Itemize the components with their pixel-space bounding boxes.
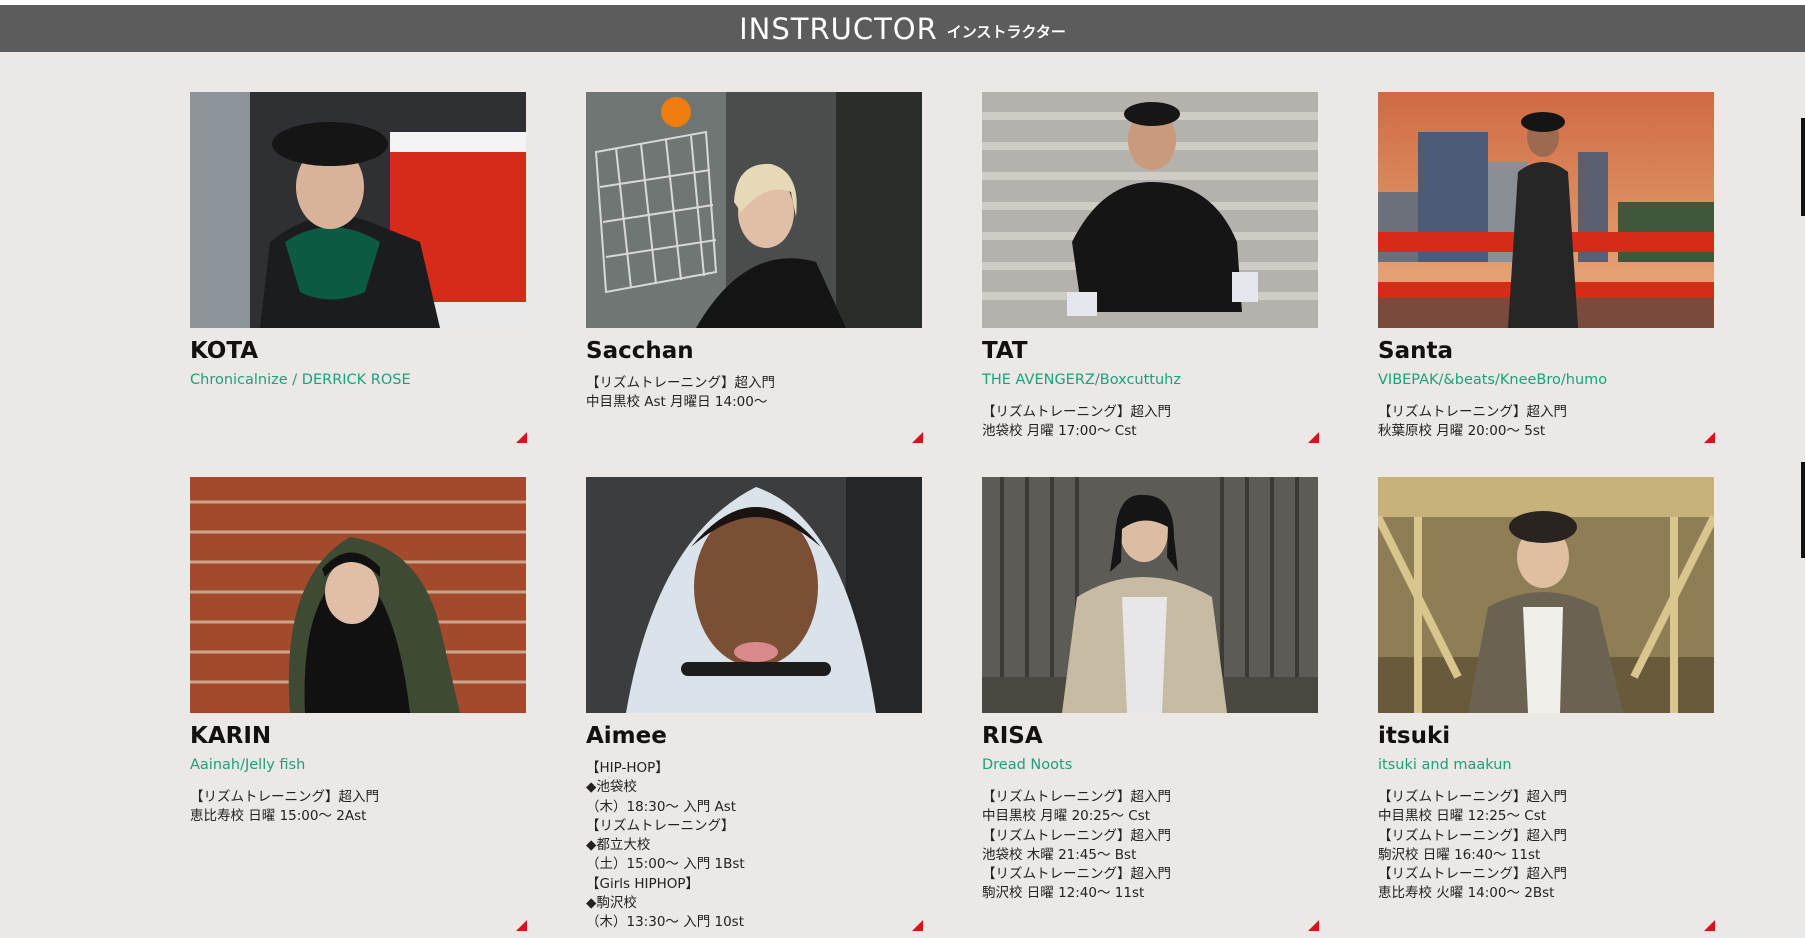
corner-arrow-icon[interactable] [1704, 432, 1715, 443]
instructor-photo[interactable] [1378, 92, 1714, 328]
instructor-photo[interactable] [586, 477, 922, 713]
schedule-line: 【リズムトレーニング】超入門 [982, 866, 1171, 883]
instructor-card-santa[interactable]: Santa VIBEPAK/&beats/KneeBro/humo 【リズムトレ… [1378, 92, 1715, 462]
schedule-line: 池袋校 月曜 17:00〜 Cst [982, 423, 1137, 440]
instructor-photo[interactable] [190, 92, 526, 328]
instructor-team: itsuki and maakun [1378, 757, 1512, 773]
schedule-line: 【リズムトレーニング】超入門 [982, 827, 1171, 844]
instructor-name[interactable]: KARIN [190, 723, 271, 749]
instructor-name[interactable]: Santa [1378, 338, 1453, 364]
schedule-line: 恵比寿校 火曜 14:00〜 2Bst [1378, 885, 1555, 902]
instructor-photo[interactable] [190, 477, 526, 713]
instructor-photo[interactable] [586, 92, 922, 328]
instructor-schedule: 【HIP-HOP】 ◆池袋校 （木）18:30〜 入門 Ast 【リズムトレーニ… [586, 759, 926, 933]
schedule-line: 中目黒校 日曜 12:25〜 Cst [1378, 808, 1547, 825]
instructor-name[interactable]: TAT [982, 338, 1028, 364]
corner-arrow-icon[interactable] [912, 920, 923, 931]
instructor-photo[interactable] [982, 477, 1318, 713]
schedule-line: 駒沢校 日曜 16:40〜 11st [1378, 846, 1541, 863]
schedule-line: 【リズムトレーニング】超入門 [1378, 827, 1567, 844]
instructor-team: Dread Noots [982, 757, 1073, 773]
corner-arrow-icon[interactable] [516, 920, 527, 931]
instructor-name[interactable]: KOTA [190, 338, 258, 364]
schedule-line: （土）15:00〜 入門 1Bst [586, 856, 745, 873]
schedule-line: 【リズムトレーニング】超入門 [1378, 866, 1567, 883]
schedule-line: （木）18:30〜 入門 Ast [586, 798, 737, 815]
schedule-line: ◆池袋校 [586, 779, 637, 796]
instructor-schedule: 【リズムトレーニング】超入門 池袋校 月曜 17:00〜 Cst [982, 403, 1322, 442]
schedule-line: 中目黒校 Ast 月曜日 14:00〜 [586, 394, 768, 411]
corner-arrow-icon[interactable] [912, 432, 923, 443]
instructor-card-karin[interactable]: KARIN Aainah/Jelly fish 【リズムトレーニング】超入門 恵… [190, 477, 527, 931]
instructor-name[interactable]: RISA [982, 723, 1043, 749]
schedule-line: 【リズムトレーニング】超入門 [982, 404, 1171, 420]
instructor-card-kota[interactable]: KOTA Chronicalnize / DERRICK ROSE [190, 92, 527, 462]
instructor-schedule: 【リズムトレーニング】超入門 中目黒校 月曜 20:25〜 Cst 【リズムトレ… [982, 788, 1322, 904]
instructor-card-tat[interactable]: TAT THE AVENGERZ/Boxcuttuhz 【リズムトレーニング】超… [982, 92, 1319, 462]
instructor-team: THE AVENGERZ/Boxcuttuhz [982, 372, 1181, 388]
schedule-line: 恵比寿校 日曜 15:00〜 2Ast [190, 808, 367, 825]
corner-arrow-icon[interactable] [1704, 920, 1715, 931]
instructor-card-sacchan[interactable]: Sacchan 【リズムトレーニング】超入門 中目黒校 Ast 月曜日 14:0… [586, 92, 923, 462]
schedule-line: 【リズムトレーニング】超入門 [586, 375, 775, 391]
instructor-card-risa[interactable]: RISA Dread Noots 【リズムトレーニング】超入門 中目黒校 月曜 … [982, 477, 1319, 931]
instructor-name[interactable]: Aimee [586, 723, 667, 749]
instructor-grid: KOTA Chronicalnize / DERRICK ROSE Saccha… [0, 0, 1805, 938]
schedule-line: 【リズムトレーニング】超入門 [1378, 789, 1567, 805]
instructor-schedule: 【リズムトレーニング】超入門 恵比寿校 日曜 15:00〜 2Ast [190, 788, 530, 827]
schedule-line: 【リズムトレーニング】超入門 [190, 789, 379, 805]
instructor-name[interactable]: Sacchan [586, 338, 694, 364]
schedule-line: ◆都立大校 [586, 837, 651, 854]
schedule-line: 秋葉原校 月曜 20:00〜 5st [1378, 423, 1546, 440]
schedule-line: 【Girls HIPHOP】 [586, 875, 700, 892]
instructor-card-itsuki[interactable]: itsuki itsuki and maakun 【リズムトレーニング】超入門 … [1378, 477, 1715, 931]
schedule-line: 【HIP-HOP】 [586, 760, 669, 776]
instructor-photo[interactable] [982, 92, 1318, 328]
corner-arrow-icon[interactable] [1308, 432, 1319, 443]
instructor-name[interactable]: itsuki [1378, 723, 1450, 749]
instructor-team: Chronicalnize / DERRICK ROSE [190, 372, 411, 388]
instructor-schedule: 【リズムトレーニング】超入門 中目黒校 日曜 12:25〜 Cst 【リズムトレ… [1378, 788, 1718, 904]
schedule-line: （木）13:30〜 入門 10st [586, 914, 744, 931]
corner-arrow-icon[interactable] [1308, 920, 1319, 931]
instructor-photo[interactable] [1378, 477, 1714, 713]
schedule-line: ◆駒沢校 [586, 895, 637, 912]
schedule-line: 駒沢校 日曜 12:40〜 11st [982, 885, 1145, 902]
instructor-team: VIBEPAK/&beats/KneeBro/humo [1378, 372, 1608, 388]
schedule-line: 池袋校 木曜 21:45〜 Bst [982, 846, 1137, 863]
instructor-team: Aainah/Jelly fish [190, 757, 306, 773]
instructor-schedule: 【リズムトレーニング】超入門 中目黒校 Ast 月曜日 14:00〜 [586, 374, 926, 413]
schedule-line: 【リズムトレーニング】超入門 [982, 789, 1171, 805]
corner-arrow-icon[interactable] [516, 432, 527, 443]
instructor-card-aimee[interactable]: Aimee 【HIP-HOP】 ◆池袋校 （木）18:30〜 入門 Ast 【リ… [586, 477, 923, 931]
schedule-line: 中目黒校 月曜 20:25〜 Cst [982, 808, 1151, 825]
schedule-line: 【リズムトレーニング】超入門 [1378, 404, 1567, 420]
instructor-schedule: 【リズムトレーニング】超入門 秋葉原校 月曜 20:00〜 5st [1378, 403, 1718, 442]
schedule-line: 【リズムトレーニング】 [586, 817, 735, 834]
